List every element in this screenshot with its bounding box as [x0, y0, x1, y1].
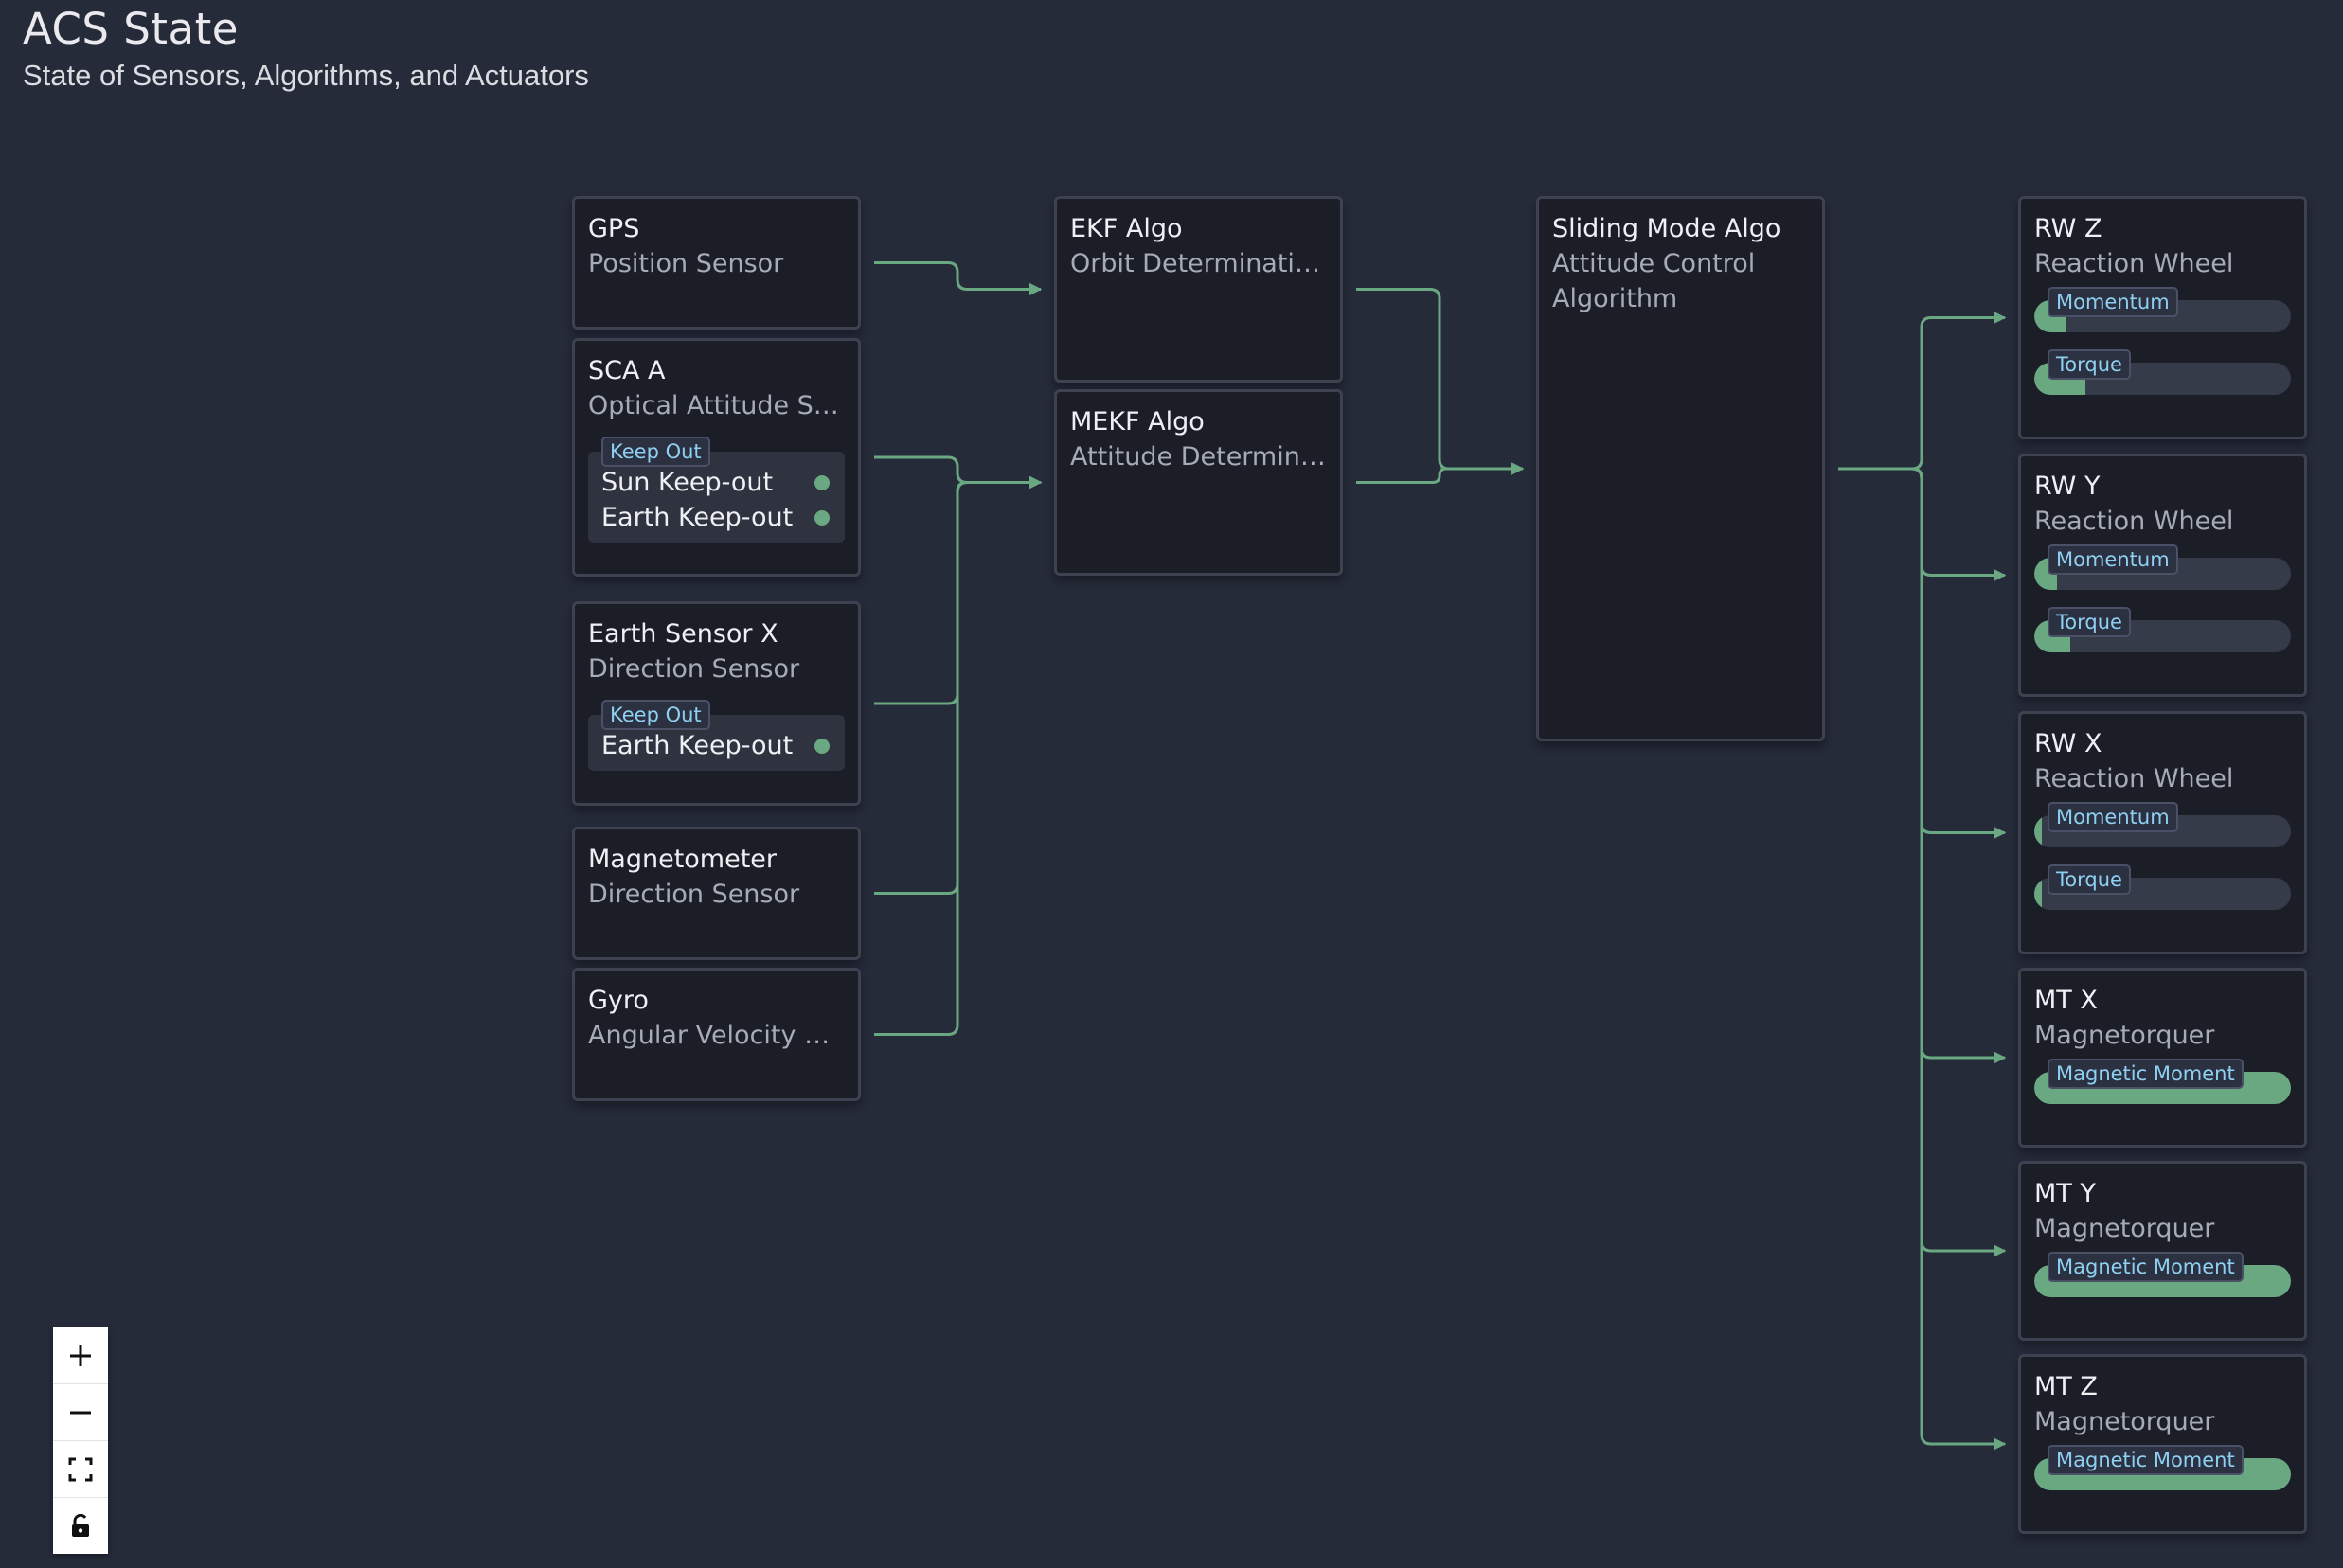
bar-chip: Momentum: [2048, 287, 2178, 317]
node-subtitle: Magnetorquer: [2034, 1214, 2215, 1243]
keepout-label: Earth Keep-out: [601, 503, 794, 532]
torque-bar: Torque: [2034, 864, 2291, 910]
edge-mekf-to-sliding_mode: [1356, 462, 1525, 484]
node-rw-x[interactable]: RW X Reaction Wheel Momentum Torque: [2018, 711, 2307, 954]
node-subtitle: Attitude Control Algorithm: [1552, 249, 1756, 313]
node-subtitle: Optical Attitude Se...: [588, 391, 845, 420]
keepout-row-earth: Earth Keep-out: [601, 728, 832, 763]
view-controls: [53, 1327, 108, 1554]
lock-icon: [72, 1513, 89, 1537]
node-mekf-algo[interactable]: MEKF Algo Attitude Determina...: [1054, 389, 1343, 576]
node-title: RW X: [2034, 729, 2102, 758]
momentum-bar: Momentum: [2034, 544, 2291, 590]
bar-chip: Magnetic Moment: [2048, 1252, 2244, 1282]
node-rw-z[interactable]: RW Z Reaction Wheel Momentum Torque: [2018, 196, 2307, 439]
node-subtitle: Direction Sensor: [588, 880, 800, 909]
node-gyro[interactable]: Gyro Angular Velocity Se...: [572, 968, 861, 1101]
zoom-in-button[interactable]: [53, 1327, 108, 1384]
keepout-panel: Keep Out Earth Keep-out: [588, 700, 845, 771]
magnetic-moment-bar: Magnetic Moment: [2034, 1059, 2291, 1104]
keepout-row-earth: Earth Keep-out: [601, 500, 832, 535]
node-subtitle: Reaction Wheel: [2034, 507, 2234, 536]
node-title: RW Y: [2034, 472, 2101, 501]
node-gps[interactable]: GPS Position Sensor: [572, 196, 861, 330]
node-title: MT Z: [2034, 1372, 2098, 1401]
torque-bar: Torque: [2034, 349, 2291, 395]
fit-view-icon: [68, 1457, 93, 1481]
keepout-row-sun: Sun Keep-out: [601, 465, 832, 500]
torque-bar: Torque: [2034, 607, 2291, 652]
momentum-bar: Momentum: [2034, 287, 2291, 332]
keepout-chip: Keep Out: [601, 700, 710, 730]
keepout-panel: Keep Out Sun Keep-out Earth Keep-out: [588, 437, 845, 543]
node-subtitle: Reaction Wheel: [2034, 764, 2234, 793]
node-title: Magnetometer: [588, 845, 778, 874]
node-subtitle: Orbit Determinatio...: [1070, 249, 1327, 278]
node-title: MT X: [2034, 986, 2098, 1015]
edge-sliding_mode-to-rw_z: [1838, 311, 2007, 471]
node-subtitle: Angular Velocity Se...: [588, 1021, 845, 1050]
bar-chip: Torque: [2048, 864, 2131, 895]
magnetic-moment-bar: Magnetic Moment: [2034, 1252, 2291, 1297]
node-earth-sensor-x[interactable]: Earth Sensor X Direction Sensor Keep Out…: [572, 601, 861, 806]
node-mt-x[interactable]: MT X Magnetorquer Magnetic Moment: [2018, 968, 2307, 1148]
edge-gps-to-ekf: [874, 261, 1043, 296]
node-subtitle: Reaction Wheel: [2034, 249, 2234, 278]
bar-chip: Torque: [2048, 607, 2131, 637]
node-title: Gyro: [588, 986, 649, 1015]
node-rw-y[interactable]: RW Y Reaction Wheel Momentum Torque: [2018, 454, 2307, 697]
node-sliding-mode-algo[interactable]: Sliding Mode Algo Attitude Control Algor…: [1536, 196, 1825, 741]
bar-chip: Momentum: [2048, 802, 2178, 832]
node-title: Sliding Mode Algo: [1552, 214, 1781, 243]
node-mt-y[interactable]: MT Y Magnetorquer Magnetic Moment: [2018, 1161, 2307, 1341]
node-subtitle: Attitude Determina...: [1070, 442, 1327, 472]
node-title: MEKF Algo: [1070, 407, 1205, 437]
zoom-out-button[interactable]: [53, 1384, 108, 1441]
keepout-label: Sun Keep-out: [601, 468, 774, 497]
edge-sca_a-to-mekf: [874, 455, 1043, 490]
keepout-label: Earth Keep-out: [601, 731, 794, 760]
node-ekf-algo[interactable]: EKF Algo Orbit Determinatio...: [1054, 196, 1343, 383]
bar-chip: Torque: [2048, 349, 2131, 380]
node-magnetometer[interactable]: Magnetometer Direction Sensor: [572, 827, 861, 960]
status-dot-icon: [814, 474, 830, 490]
minus-icon: [70, 1411, 91, 1414]
node-title: SCA A: [588, 356, 666, 385]
node-subtitle: Direction Sensor: [588, 654, 800, 684]
plus-icon: [70, 1345, 91, 1366]
edge-gyro-to-mekf: [874, 475, 1043, 1036]
lock-button[interactable]: [53, 1498, 108, 1554]
node-title: Earth Sensor X: [588, 619, 778, 649]
status-dot-icon: [814, 509, 830, 526]
node-title: EKF Algo: [1070, 214, 1183, 243]
bar-chip: Momentum: [2048, 544, 2178, 575]
momentum-bar: Momentum: [2034, 802, 2291, 847]
node-title: GPS: [588, 214, 640, 243]
node-title: RW Z: [2034, 214, 2102, 243]
node-mt-z[interactable]: MT Z Magnetorquer Magnetic Moment: [2018, 1354, 2307, 1534]
fit-view-button[interactable]: [53, 1441, 108, 1498]
edge-sliding_mode-to-mt_z: [1838, 467, 2007, 1451]
node-subtitle: Magnetorquer: [2034, 1407, 2215, 1436]
bar-fill: [2034, 878, 2043, 910]
node-subtitle: Magnetorquer: [2034, 1021, 2215, 1050]
bar-chip: Magnetic Moment: [2048, 1059, 2244, 1089]
node-title: MT Y: [2034, 1179, 2096, 1208]
bar-chip: Magnetic Moment: [2048, 1445, 2244, 1475]
node-subtitle: Position Sensor: [588, 249, 784, 278]
node-sca-a[interactable]: SCA A Optical Attitude Se... Keep Out Su…: [572, 338, 861, 577]
status-dot-icon: [814, 738, 830, 754]
magnetic-moment-bar: Magnetic Moment: [2034, 1445, 2291, 1490]
bar-fill: [2034, 815, 2043, 847]
keepout-chip: Keep Out: [601, 437, 710, 467]
edge-ekf-to-sliding_mode: [1356, 288, 1525, 475]
